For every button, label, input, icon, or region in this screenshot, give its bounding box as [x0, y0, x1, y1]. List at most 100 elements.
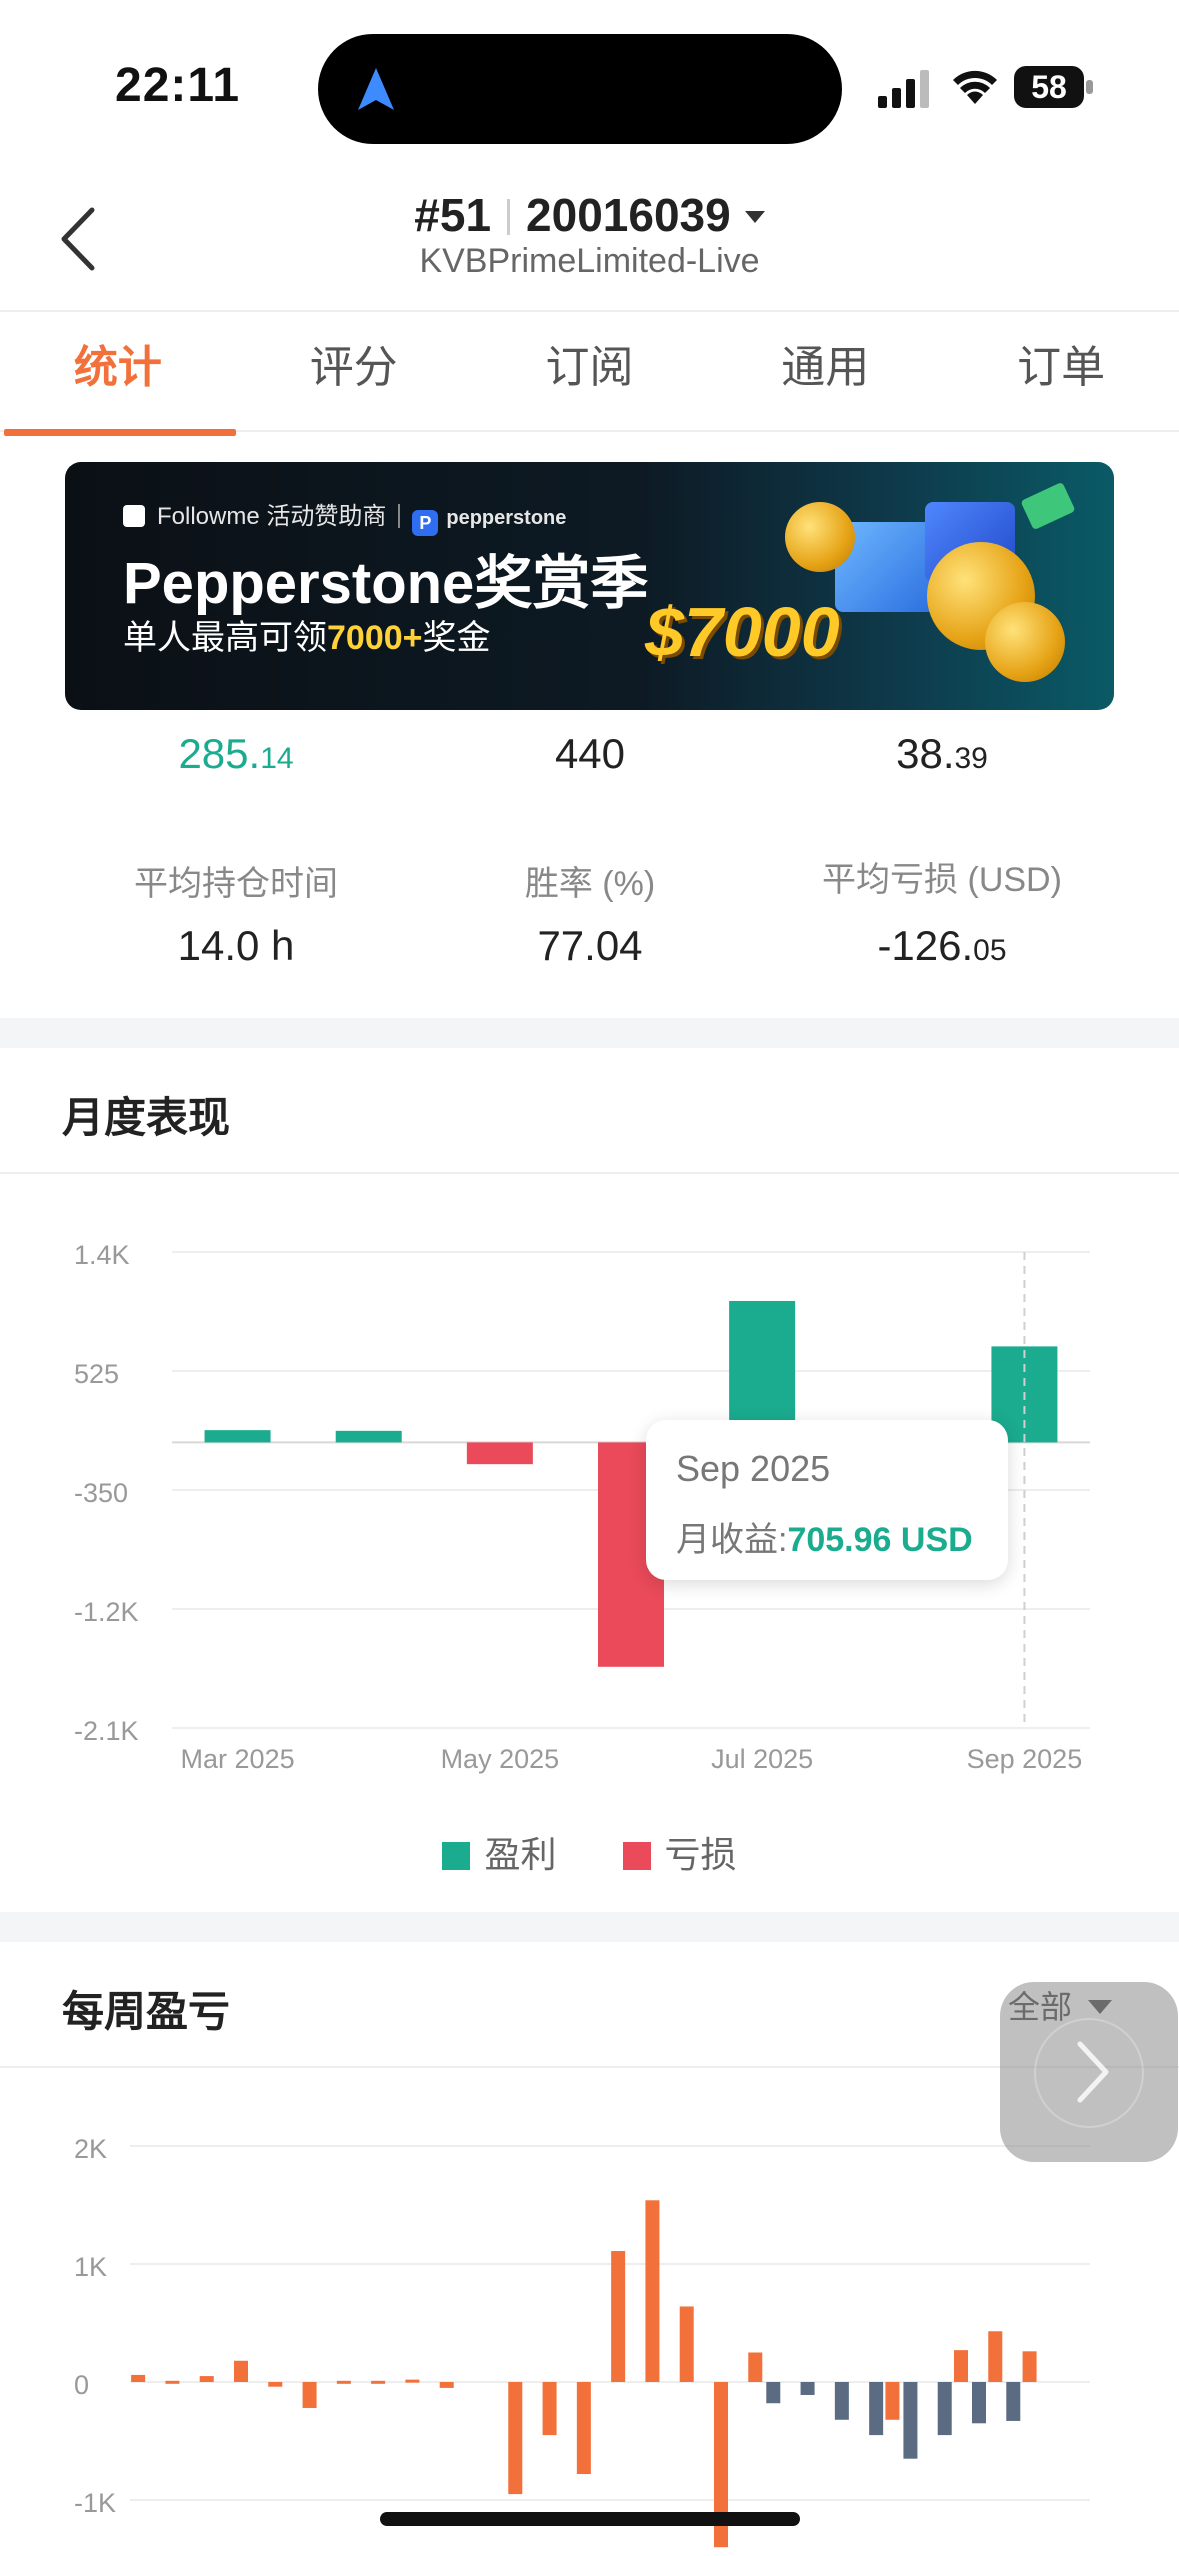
y-tick-label: 2K — [74, 2134, 107, 2164]
weekly-bar — [576, 2382, 591, 2475]
navigation-arrow-icon — [358, 68, 394, 110]
status-time: 22:11 — [115, 59, 241, 112]
weekly-bar — [542, 2382, 557, 2436]
x-tick-label: Mar 2025 — [181, 1744, 295, 1774]
weekly-bar — [234, 2360, 248, 2382]
dollar-coin-icon — [985, 602, 1065, 682]
weekly-bar — [611, 2251, 626, 2382]
x-tick-label: Sep 2025 — [967, 1744, 1083, 1774]
stat-1-decimal: 14 — [260, 742, 294, 775]
monthly-performance-title: 月度表现 — [62, 1094, 231, 1141]
legend-loss-swatch — [622, 1842, 651, 1870]
tooltip-label: 月收益: — [676, 1521, 788, 1559]
chart-tooltip: Sep 2025 月收益:705.96 USD — [646, 1420, 1008, 1580]
tooltip-value-row: 月收益:705.96 USD — [676, 1512, 973, 1561]
pepperstone-logo-icon: P — [412, 510, 439, 536]
banner-subtitle: 单人最高可领7000+奖金 — [123, 610, 491, 659]
banner-sub-post: 奖金 — [422, 619, 491, 657]
banner-title: Pepperstone奖赏季 — [123, 551, 649, 616]
weekly-bar — [972, 2382, 986, 2424]
section-divider-line — [0, 1172, 1179, 1174]
weekly-bar — [336, 2380, 351, 2384]
server-name: KVBPrimeLimited-Live — [419, 242, 760, 280]
dollar-coin-icon — [785, 502, 855, 572]
stat-3-decimal: 39 — [954, 742, 988, 775]
battery-icon: 58 — [1014, 66, 1094, 108]
weekly-bar — [869, 2382, 884, 2436]
bar-mar-2025 — [204, 1430, 271, 1443]
tooltip-month: Sep 2025 — [676, 1448, 831, 1489]
followme-logo-icon — [123, 505, 145, 527]
status-bar: 22:11 58 — [0, 0, 1179, 170]
weekly-bar — [885, 2382, 900, 2420]
weekly-bar — [302, 2382, 317, 2408]
y-tick-label: 1K — [74, 2252, 107, 2282]
section-divider — [0, 1912, 1179, 1942]
weekly-bar — [508, 2382, 523, 2495]
cellular-signal-icon — [878, 70, 929, 108]
account-title[interactable]: #51 20016039 — [0, 188, 1179, 242]
stat-3-main: 38. — [896, 730, 955, 777]
avg-loss-value: -126.05 — [762, 922, 1122, 970]
legend-loss[interactable]: 亏损 — [622, 1826, 737, 1878]
stat-1-main: 285. — [178, 730, 261, 777]
weekly-bar — [1006, 2382, 1021, 2421]
win-rate-label: 胜率 (%) — [524, 865, 656, 903]
weekly-bar — [834, 2382, 849, 2420]
banner-brand: pepperstone — [446, 507, 567, 529]
tab-rating[interactable]: 评分 — [236, 312, 472, 430]
promo-banner[interactable]: Followme 活动赞助商 Ppepperstone Pepperstone奖赏… — [65, 462, 1114, 710]
tab-bar: 统计 评分 订阅 通用 订单 — [0, 312, 1179, 436]
home-indicator — [380, 2512, 800, 2526]
weekly-bar — [903, 2382, 918, 2459]
legend-profit-swatch — [442, 1842, 471, 1870]
weekly-bar — [371, 2380, 386, 2384]
weekly-bar — [199, 2376, 214, 2382]
banner-sponsor-text: Followme 活动赞助商 — [157, 503, 387, 530]
page-header: #51 20016039 KVBPrimeLimited-Live — [0, 170, 1179, 312]
weekly-bar — [679, 2306, 694, 2382]
weekly-bar — [1022, 2351, 1037, 2382]
weekly-bar — [766, 2382, 781, 2404]
weekly-bar — [268, 2382, 283, 2387]
x-tick-label: May 2025 — [441, 1744, 560, 1774]
legend-profit-label: 盈利 — [484, 1834, 557, 1875]
tab-orders[interactable]: 订单 — [943, 312, 1179, 430]
banner-sub-highlight: 7000+ — [327, 619, 423, 657]
win-rate-value: 77.04 — [537, 922, 643, 969]
weekly-bar — [131, 2374, 146, 2382]
weekly-bar — [800, 2382, 815, 2395]
weekly-bar — [165, 2380, 180, 2384]
tab-general[interactable]: 通用 — [707, 312, 943, 430]
bar-may-2025 — [466, 1442, 533, 1465]
tab-subscription[interactable]: 订阅 — [472, 312, 708, 430]
avg-loss-label: 平均亏损 (USD) — [822, 861, 1062, 899]
avg-loss-decimal: 05 — [973, 934, 1007, 967]
banner-sponsor-line: Followme 活动赞助商 Ppepperstone — [123, 496, 566, 536]
wifi-icon — [953, 70, 997, 104]
weekly-bar — [937, 2382, 952, 2436]
floating-assistive-button[interactable] — [1000, 1982, 1178, 2162]
x-tick-label: Jul 2025 — [711, 1744, 813, 1774]
rank-label: #51 — [414, 189, 492, 241]
account-number: 20016039 — [526, 189, 731, 241]
weekly-bar — [988, 2331, 1003, 2382]
banner-amount: $7000 — [645, 593, 840, 671]
weekly-bar — [439, 2382, 454, 2388]
tab-statistics[interactable]: 统计 — [0, 312, 236, 436]
tooltip-value: 705.96 USD — [787, 1521, 973, 1559]
stat-value-1: 285.14 — [56, 730, 416, 778]
dropdown-caret-icon[interactable] — [744, 211, 765, 223]
weekly-pnl-title: 每周盈亏 — [62, 1988, 231, 2035]
cash-note-icon — [1020, 481, 1076, 531]
y-tick-label: 1.4K — [74, 1240, 130, 1270]
y-tick-label: 0 — [74, 2370, 89, 2400]
bar-apr-2025 — [335, 1430, 402, 1443]
legend-loss-label: 亏损 — [664, 1834, 737, 1875]
battery-level: 58 — [1031, 69, 1067, 105]
stat-value-2: 440 — [554, 730, 626, 777]
y-tick-label: -350 — [74, 1478, 128, 1508]
banner-sub-pre: 单人最高可领 — [123, 619, 327, 657]
legend-profit[interactable]: 盈利 — [442, 1826, 556, 1878]
avg-holding-time-value: 14.0 h — [177, 922, 295, 969]
